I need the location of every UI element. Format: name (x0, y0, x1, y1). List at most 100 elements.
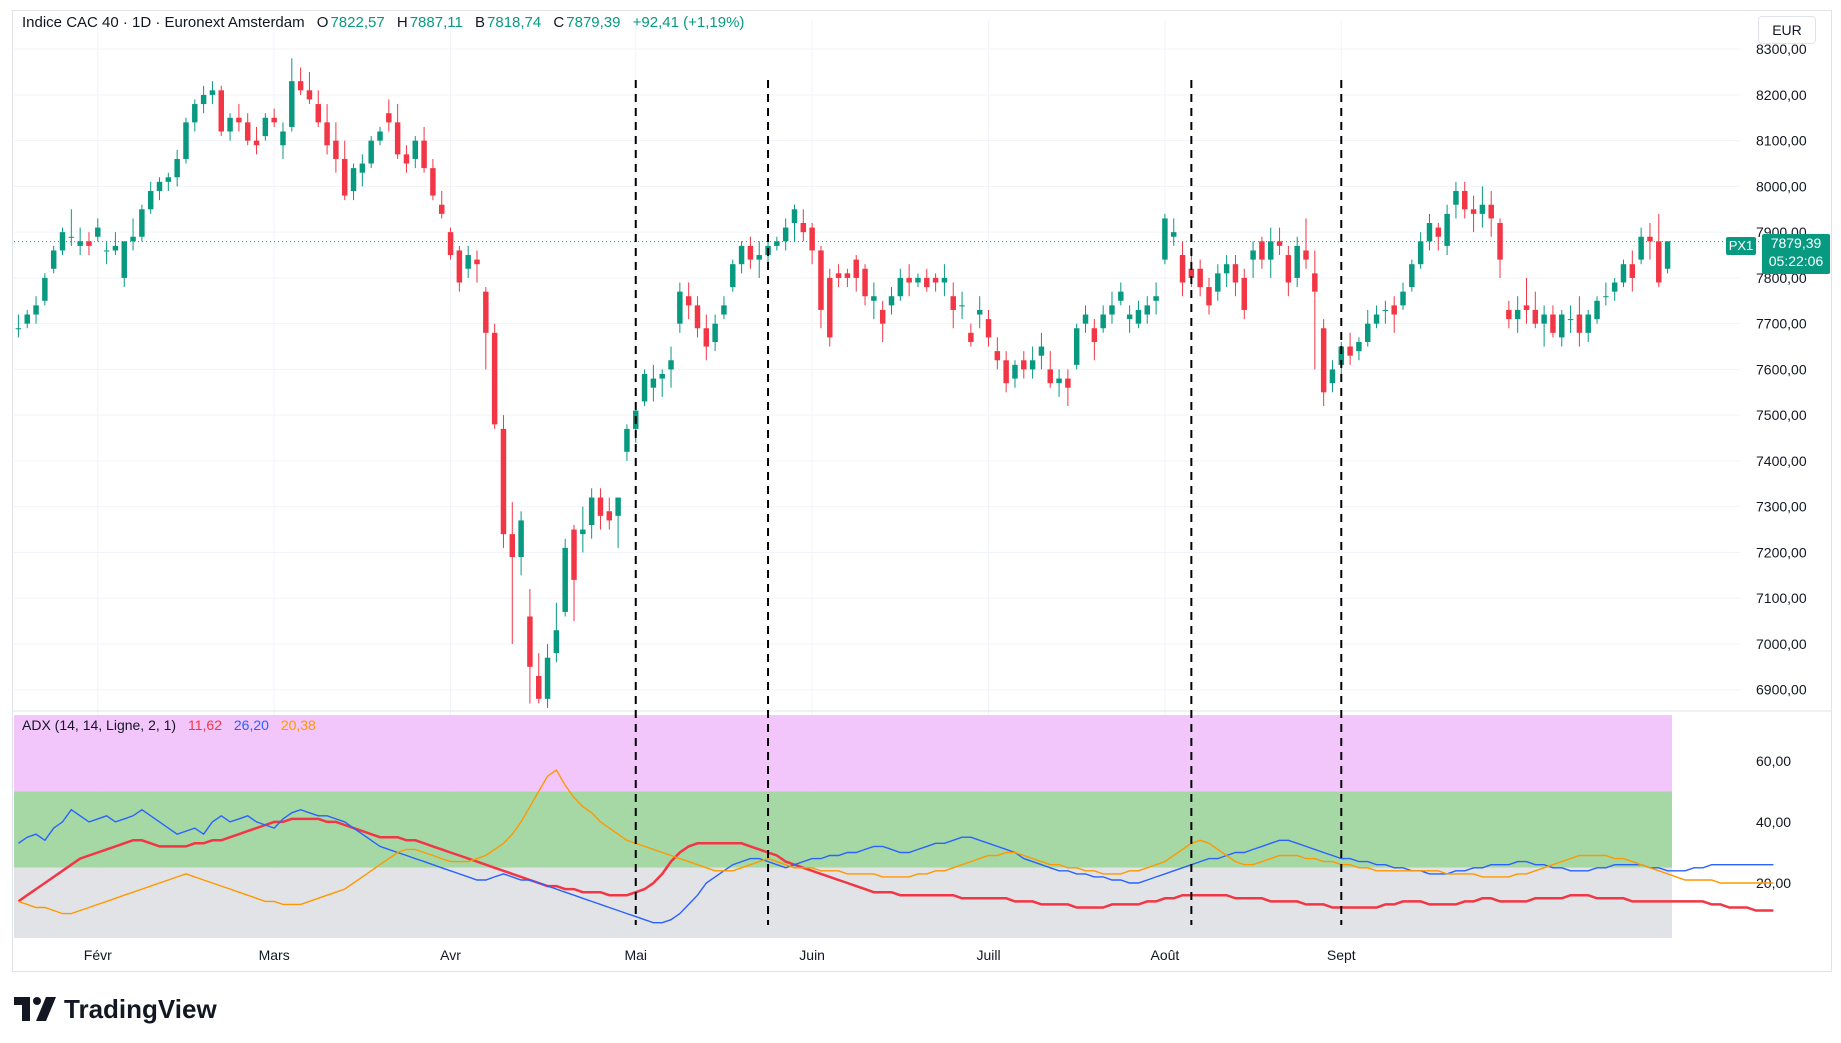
open-label: O (316, 14, 329, 31)
candle-up (139, 209, 145, 237)
low-label: B (475, 14, 486, 31)
candle-down (1065, 378, 1071, 388)
price-tick-label: 6900,00 (1756, 682, 1807, 698)
candle-down (835, 273, 842, 278)
candle-down (430, 168, 436, 196)
tradingview-logo-icon (14, 997, 56, 1021)
time-tick-label: Mars (259, 947, 290, 963)
brand-name: TradingView (64, 993, 217, 1024)
high-value: 7887,11 (409, 14, 463, 31)
candle-down (924, 277, 930, 288)
candle-up (1373, 314, 1380, 324)
candle-down (483, 291, 489, 333)
candle-up (1038, 346, 1045, 356)
candle-up (1082, 314, 1089, 324)
candle-up (1594, 300, 1600, 320)
candle-up (791, 209, 798, 224)
price-tag-px1[interactable]: PX1 (1726, 237, 1756, 255)
candle-down (932, 277, 939, 283)
candle-up (350, 168, 357, 191)
candle-down (1462, 190, 1468, 210)
candle-down (86, 241, 92, 246)
candle-up (915, 277, 921, 283)
candle-up (544, 657, 551, 699)
candle-up (1479, 204, 1486, 214)
candle-up (730, 264, 736, 288)
candle-down (818, 250, 824, 310)
candle-down (862, 268, 868, 297)
candle-up (1603, 296, 1609, 298)
candle-up (1100, 314, 1106, 329)
candle-down (1497, 223, 1503, 260)
candle-down (968, 332, 974, 342)
plus-di-value: 26,20 (233, 717, 269, 733)
candle-down (527, 616, 533, 667)
candle-up (359, 163, 366, 173)
candle-up (1444, 213, 1450, 246)
candle-up (518, 520, 524, 558)
candle-up (1126, 314, 1133, 320)
price-tick-label: 8000,00 (1756, 178, 1807, 194)
candle-up (712, 323, 718, 342)
symbol-header: Indice CAC 40 · 1D · Euronext Amsterdam … (22, 14, 752, 31)
candle-up (562, 547, 568, 612)
price-tick-label: 8100,00 (1756, 133, 1807, 149)
adx-value: 11,62 (187, 717, 222, 733)
tradingview-logo[interactable]: TradingView (14, 992, 217, 1026)
candle-down (324, 122, 330, 146)
candle-up (1620, 264, 1627, 283)
candle-up (112, 245, 119, 251)
candle-up (192, 104, 198, 123)
adx-legend[interactable]: ADX (14, 14, Ligne, 2, 1) 11,62 26,20 20… (22, 717, 324, 733)
candle-down (747, 245, 754, 260)
candle-up (1012, 364, 1018, 379)
candle-down (844, 273, 851, 278)
candle-up (959, 305, 965, 307)
candle-up (782, 227, 789, 242)
candle-down (1470, 209, 1477, 214)
candle-up (1029, 360, 1036, 370)
candle-down (509, 534, 516, 558)
candle-up (774, 241, 780, 246)
candle-down (394, 122, 401, 155)
candle-down (1047, 369, 1053, 384)
candle-down (438, 204, 445, 214)
time-tick-label: Juin (799, 947, 825, 963)
close-label: C (553, 14, 565, 31)
candle-up (262, 117, 269, 137)
candle-up (1664, 241, 1671, 269)
candle-down (1312, 273, 1318, 292)
candle-up (738, 245, 745, 265)
time-tick-label: Août (1150, 947, 1179, 963)
candle-up (103, 250, 110, 252)
candle-down (1435, 227, 1442, 237)
currency-button[interactable]: EUR (1758, 16, 1816, 44)
candle-down (827, 277, 833, 338)
candle-down (297, 81, 304, 91)
symbol-title[interactable]: Indice CAC 40 · 1D · Euronext Amsterdam (22, 14, 305, 31)
candle-up (77, 241, 83, 246)
candle-down (1656, 241, 1662, 283)
price-tick-label: 7500,00 (1756, 407, 1807, 423)
candle-down (315, 104, 321, 123)
chart-canvas: 8300,008200,008100,008000,007900,007800,… (12, 20, 1832, 963)
candle-down (447, 232, 454, 256)
candle-up (1109, 305, 1115, 315)
candle-down (703, 328, 710, 347)
candle-down (333, 140, 339, 159)
candle-up (650, 378, 657, 388)
candle-up (1356, 341, 1362, 352)
open-value: 7822,57 (330, 14, 385, 31)
candle-down (1576, 314, 1583, 333)
candle-up (1118, 291, 1124, 301)
candle-down (571, 529, 577, 580)
minus-di-value: 20,38 (280, 717, 316, 733)
candle-up (200, 94, 207, 105)
candle-up (1365, 323, 1371, 342)
candle-up (1409, 264, 1415, 288)
candle-down (1550, 314, 1556, 333)
high-label: H (396, 14, 408, 31)
candle-up (280, 131, 286, 146)
candle-up (147, 190, 154, 210)
candle-up (1426, 223, 1433, 242)
